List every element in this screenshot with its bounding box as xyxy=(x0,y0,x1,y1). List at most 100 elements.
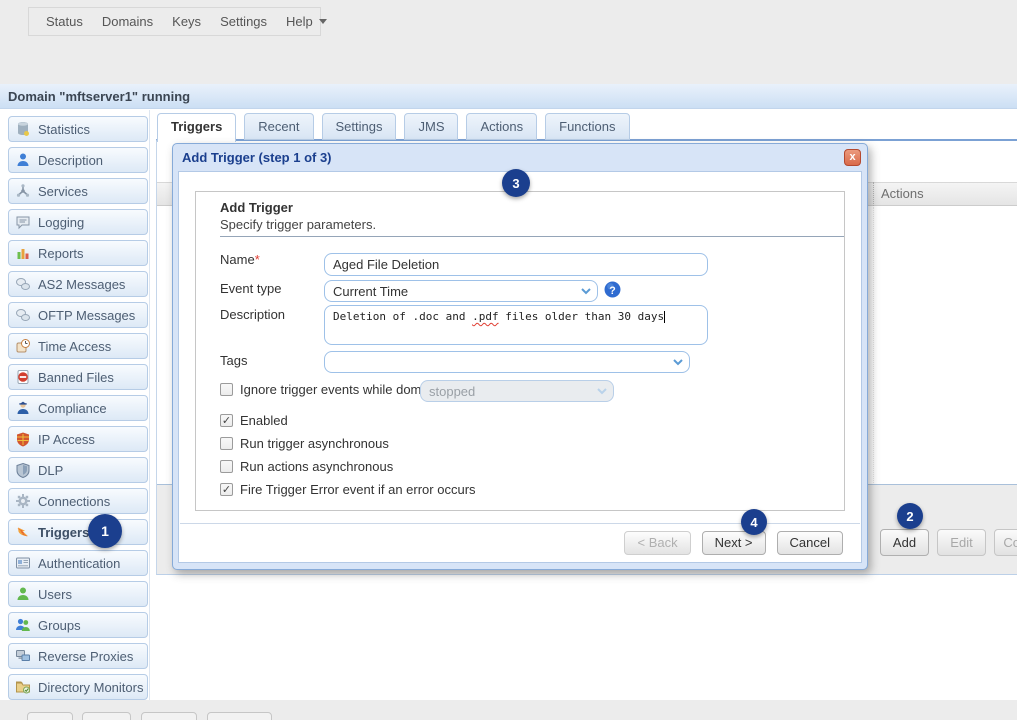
domain-state-select: stopped xyxy=(420,380,614,402)
run-trigger-async-label: Run trigger asynchronous xyxy=(240,436,389,451)
run-actions-async-checkbox[interactable] xyxy=(220,460,233,473)
tab-actions[interactable]: Actions xyxy=(466,113,537,140)
divider xyxy=(220,236,844,237)
tab-jms[interactable]: JMS xyxy=(404,113,458,140)
edit-trigger-button[interactable]: Edit xyxy=(937,529,986,556)
sidebar-item-triggers[interactable]: Triggers xyxy=(8,519,148,545)
sidebar-item-reports[interactable]: Reports xyxy=(8,240,148,266)
sidebar-item-users[interactable]: Users xyxy=(8,581,148,607)
ignore-events-checkbox[interactable] xyxy=(220,383,233,396)
chevron-down-icon xyxy=(673,359,683,366)
groups-icon xyxy=(15,617,31,633)
users-icon xyxy=(15,586,31,602)
sidebar-item-reverse-proxies[interactable]: Reverse Proxies xyxy=(8,643,148,669)
menu-settings[interactable]: Settings xyxy=(220,14,267,29)
bottom-band xyxy=(0,700,1017,720)
add-trigger-dialog: Add Trigger (step 1 of 3) x Add Trigger … xyxy=(172,143,868,570)
logging-icon xyxy=(15,214,31,230)
sidebar-item-description[interactable]: Description xyxy=(8,147,148,173)
description-field[interactable]: Deletion of .doc and .pdf files older th… xyxy=(324,305,708,345)
sidebar-item-groups[interactable]: Groups xyxy=(8,612,148,638)
step-badge-1: 1 xyxy=(88,514,122,548)
bottom-partial-button-1[interactable] xyxy=(27,712,73,720)
bottom-partial-button-4[interactable] xyxy=(207,712,272,720)
menu-help-label: Help xyxy=(286,14,313,29)
name-field[interactable] xyxy=(324,253,708,276)
tab-functions[interactable]: Functions xyxy=(545,113,629,140)
tab-settings[interactable]: Settings xyxy=(322,113,397,140)
text-caret xyxy=(664,311,665,323)
enabled-checkbox[interactable]: ✓ xyxy=(220,414,233,427)
cancel-button[interactable]: Cancel xyxy=(777,531,843,555)
back-button[interactable]: < Back xyxy=(624,531,690,555)
sidebar-item-ip-access[interactable]: IP Access xyxy=(8,426,148,452)
dialog-title: Add Trigger (step 1 of 3) xyxy=(173,144,867,171)
banned-files-icon xyxy=(15,369,31,385)
reports-icon xyxy=(15,245,31,261)
menu-domains[interactable]: Domains xyxy=(102,14,153,29)
description-label: Description xyxy=(220,307,285,322)
card-subheading: Specify trigger parameters. xyxy=(220,217,376,232)
main-menubar: Status Domains Keys Settings Help xyxy=(28,7,321,36)
sidebar-item-compliance[interactable]: Compliance xyxy=(8,395,148,421)
sidebar-item-statistics[interactable]: Statistics xyxy=(8,116,148,142)
sidebar-item-as2-messages[interactable]: AS2 Messages xyxy=(8,271,148,297)
chevron-down-icon xyxy=(581,288,591,295)
sidebar-item-authentication[interactable]: Authentication xyxy=(8,550,148,576)
sidebar-item-banned-files[interactable]: Banned Files xyxy=(8,364,148,390)
required-asterisk: * xyxy=(255,252,260,267)
tags-select[interactable] xyxy=(324,351,690,373)
chevron-down-icon xyxy=(319,19,327,24)
statistics-icon xyxy=(15,121,31,137)
close-icon[interactable]: x xyxy=(844,149,861,166)
step-badge-4: 4 xyxy=(741,509,767,535)
sidebar-item-connections[interactable]: Connections xyxy=(8,488,148,514)
tab-triggers[interactable]: Triggers xyxy=(157,113,236,142)
help-icon[interactable]: ? xyxy=(604,281,621,298)
description-icon xyxy=(15,152,31,168)
authentication-icon xyxy=(15,555,31,571)
name-label: Name* xyxy=(220,252,260,267)
as2-messages-icon xyxy=(15,276,31,292)
triggers-icon xyxy=(15,524,31,540)
connections-icon xyxy=(15,493,31,509)
menu-help[interactable]: Help xyxy=(286,14,327,29)
tab-bar: Triggers Recent Settings JMS Actions Fun… xyxy=(157,113,630,141)
fire-trigger-error-label: Fire Trigger Error event if an error occ… xyxy=(240,482,476,497)
sidebar-item-directory-monitors[interactable]: Directory Monitors xyxy=(8,674,148,700)
sidebar-item-services[interactable]: Services xyxy=(8,178,148,204)
compliance-icon xyxy=(15,400,31,416)
services-icon xyxy=(15,183,31,199)
bottom-partial-button-2[interactable] xyxy=(82,712,131,720)
run-trigger-async-checkbox[interactable] xyxy=(220,437,233,450)
dlp-icon xyxy=(15,462,31,478)
add-trigger-button[interactable]: Add xyxy=(880,529,929,556)
domain-status-bar: Domain "mftserver1" running xyxy=(0,84,1017,109)
enabled-label: Enabled xyxy=(240,413,288,428)
column-separator xyxy=(873,207,874,483)
step-badge-3: 3 xyxy=(502,169,530,197)
sidebar-item-oftp-messages[interactable]: OFTP Messages xyxy=(8,302,148,328)
copy-trigger-button[interactable]: Copy xyxy=(994,529,1017,556)
ip-access-icon xyxy=(15,431,31,447)
oftp-messages-icon xyxy=(15,307,31,323)
menu-status[interactable]: Status xyxy=(46,14,83,29)
event-type-select[interactable]: Current Time xyxy=(324,280,598,302)
domain-status-text: Domain "mftserver1" running xyxy=(8,89,190,104)
chevron-down-icon xyxy=(597,388,607,395)
sidebar: Statistics Description Services Logging … xyxy=(0,110,150,700)
sidebar-item-time-access[interactable]: Time Access xyxy=(8,333,148,359)
step-badge-2: 2 xyxy=(897,503,923,529)
fire-trigger-error-checkbox[interactable]: ✓ xyxy=(220,483,233,496)
event-type-label: Event type xyxy=(220,281,281,296)
column-separator xyxy=(873,182,874,206)
sidebar-item-dlp[interactable]: DLP xyxy=(8,457,148,483)
tags-label: Tags xyxy=(220,353,247,368)
sidebar-item-logging[interactable]: Logging xyxy=(8,209,148,235)
bottom-partial-button-3[interactable] xyxy=(141,712,197,720)
tab-recent[interactable]: Recent xyxy=(244,113,313,140)
menu-keys[interactable]: Keys xyxy=(172,14,201,29)
svg-text:?: ? xyxy=(609,285,615,297)
trigger-parameters-card: Add Trigger Specify trigger parameters. … xyxy=(195,191,845,511)
time-access-icon xyxy=(15,338,31,354)
